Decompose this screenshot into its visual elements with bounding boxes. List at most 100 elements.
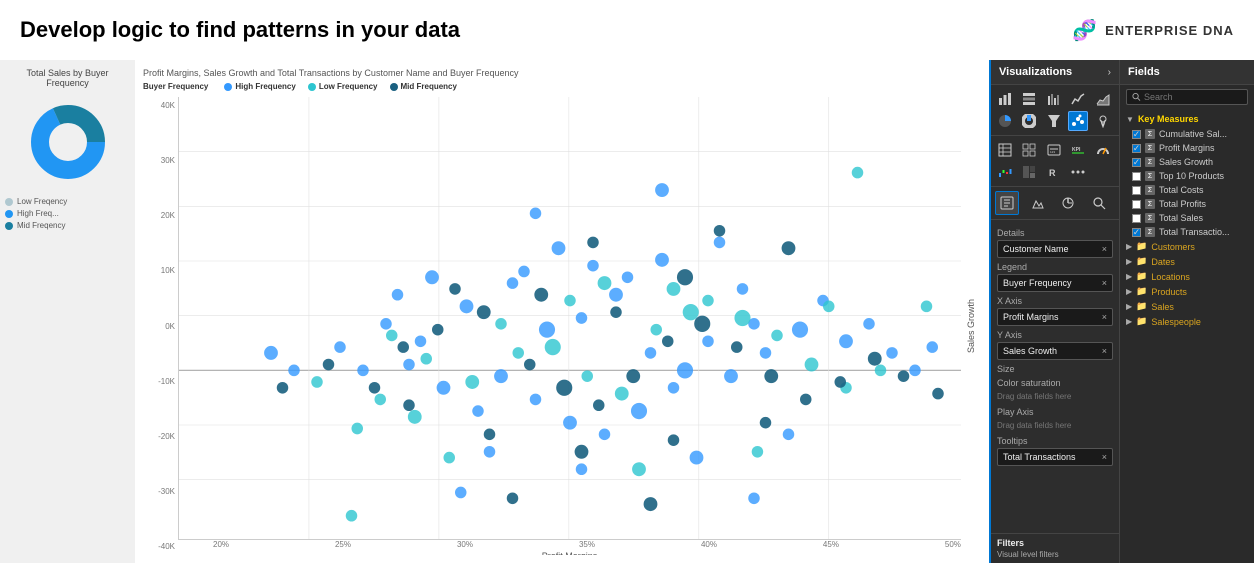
tooltips-field-remove[interactable]: × xyxy=(1102,452,1107,462)
group-icon-products: 📁 xyxy=(1136,286,1147,297)
arrow-sales: ▶ xyxy=(1126,302,1132,311)
fields-header: Fields xyxy=(1120,60,1254,85)
viz-tool-analytics[interactable] xyxy=(1056,191,1080,215)
checkbox-total-profits[interactable] xyxy=(1132,200,1141,209)
filters-visual-level: Visual level filters xyxy=(997,550,1113,559)
fields-item-cumulative-sal[interactable]: ✓ Σ Cumulative Sal... xyxy=(1120,127,1254,141)
viz-icon-stacked-bar[interactable] xyxy=(1019,89,1039,109)
x-axis-field[interactable]: Profit Margins × xyxy=(997,308,1113,326)
x-axis-labels: 20% 25% 30% 35% 40% 45% 50% xyxy=(178,540,961,549)
legend-field-remove[interactable]: × xyxy=(1102,278,1107,288)
checkbox-cumulative-sal[interactable]: ✓ xyxy=(1132,130,1141,139)
left-panel-title: Total Sales by Buyer Frequency xyxy=(5,68,130,88)
tooltips-field[interactable]: Total Transactions × xyxy=(997,448,1113,466)
viz-tool-fields[interactable] xyxy=(995,191,1019,215)
field-icon-total-transactions: Σ xyxy=(1145,227,1155,237)
fields-item-sales-growth[interactable]: ✓ Σ Sales Growth xyxy=(1120,155,1254,169)
header: Develop logic to find patterns in your d… xyxy=(0,0,1254,60)
fields-search-box[interactable] xyxy=(1126,89,1248,105)
group-icon-salespeople: 📁 xyxy=(1136,316,1147,327)
svg-text:123: 123 xyxy=(1050,150,1055,154)
fields-group-dates[interactable]: ▶ 📁 Dates xyxy=(1120,254,1254,269)
details-field-remove[interactable]: × xyxy=(1102,244,1107,254)
y-axis-title-container: Sales Growth xyxy=(961,97,981,555)
fields-item-total-profits[interactable]: Σ Total Profits xyxy=(1120,197,1254,211)
y-axis-field[interactable]: Sales Growth × xyxy=(997,342,1113,360)
y-axis-labels: 40K 30K 20K 10K 0K -10K -20K -30K -40K xyxy=(143,97,178,555)
viz-icon-clustered-bar[interactable] xyxy=(1044,89,1064,109)
viz-header-title: Visualizations xyxy=(999,66,1072,78)
legend-field[interactable]: Buyer Frequency × xyxy=(997,274,1113,292)
chart-legend-mid: Mid Frequency xyxy=(390,82,457,91)
viz-icon-treemap[interactable] xyxy=(1019,162,1039,182)
y-axis-field-remove[interactable]: × xyxy=(1102,346,1107,356)
fields-item-top10[interactable]: Σ Top 10 Products xyxy=(1120,169,1254,183)
fields-search-input[interactable] xyxy=(1144,92,1242,102)
viz-icons-grid-2: 123 KPI R xyxy=(991,136,1119,187)
details-field[interactable]: Customer Name × xyxy=(997,240,1113,258)
field-icon-total-costs: Σ xyxy=(1145,185,1155,195)
scatter-container: 20% 25% 30% 35% 40% 45% 50% Profit Margi… xyxy=(178,97,961,555)
legend-dot-mid-freq xyxy=(390,83,398,91)
search-icon xyxy=(1132,92,1141,102)
viz-icon-area[interactable] xyxy=(1093,89,1113,109)
viz-icon-table[interactable] xyxy=(995,140,1015,160)
viz-icon-waterfall[interactable] xyxy=(995,162,1015,182)
checkbox-total-costs[interactable] xyxy=(1132,186,1141,195)
checkbox-total-transactions[interactable]: ✓ xyxy=(1132,228,1141,237)
field-icon-cumulative: Σ xyxy=(1145,129,1155,139)
viz-icon-matrix[interactable] xyxy=(1019,140,1039,160)
fields-item-total-sales[interactable]: Σ Total Sales xyxy=(1120,211,1254,225)
logo-text: ENTERPRISE DNA xyxy=(1105,23,1234,38)
arrow-locations: ▶ xyxy=(1126,272,1132,281)
checkbox-total-sales[interactable] xyxy=(1132,214,1141,223)
viz-icon-r[interactable]: R xyxy=(1044,162,1064,182)
legend-dot-low xyxy=(5,198,13,206)
viz-icon-card[interactable]: 123 xyxy=(1044,140,1064,160)
viz-icon-ellipsis[interactable] xyxy=(1068,162,1088,182)
fields-group-key-measures[interactable]: ▼ Key Measures xyxy=(1120,111,1254,127)
viz-icon-bar[interactable] xyxy=(995,89,1015,109)
viz-icon-kpi[interactable]: KPI xyxy=(1068,140,1088,160)
fields-item-profit-margins[interactable]: ✓ Σ Profit Margins xyxy=(1120,141,1254,155)
viz-expand-arrow[interactable]: › xyxy=(1108,67,1111,78)
viz-icon-donut[interactable] xyxy=(1019,111,1039,131)
viz-icon-line[interactable] xyxy=(1068,89,1088,109)
viz-icon-gauge[interactable] xyxy=(1093,140,1113,160)
viz-icon-funnel[interactable] xyxy=(1044,111,1064,131)
donut-legend: Low Freqency High Freq... Mid Freqency xyxy=(5,197,130,233)
fields-item-total-costs[interactable]: Σ Total Costs xyxy=(1120,183,1254,197)
group-icon-sales: 📁 xyxy=(1136,301,1147,312)
fields-group-products[interactable]: ▶ 📁 Products xyxy=(1120,284,1254,299)
arrow-salespeople: ▶ xyxy=(1126,317,1132,326)
fields-item-total-transactions[interactable]: ✓ Σ Total Transactio... xyxy=(1120,225,1254,239)
svg-text:KPI: KPI xyxy=(1072,147,1081,153)
fields-group-salespeople[interactable]: ▶ 📁 Salespeople xyxy=(1120,314,1254,329)
viz-icon-pie[interactable] xyxy=(995,111,1015,131)
group-icon-customers: 📁 xyxy=(1136,241,1147,252)
fields-group-sales[interactable]: ▶ 📁 Sales xyxy=(1120,299,1254,314)
legend-dot-low-freq xyxy=(308,83,316,91)
checkbox-profit-margins[interactable]: ✓ xyxy=(1132,144,1141,153)
tooltips-label: Tooltips xyxy=(997,436,1113,446)
checkbox-top10[interactable] xyxy=(1132,172,1141,181)
right-panel: Visualizations › xyxy=(989,60,1254,563)
viz-tool-format[interactable] xyxy=(1026,191,1050,215)
viz-icon-map[interactable] xyxy=(1093,111,1113,131)
fields-pane: Fields ▼ Key Measures ✓ Σ Cumulative Sal… xyxy=(1120,60,1254,563)
field-icon-sales-growth: Σ xyxy=(1145,157,1155,167)
viz-icons-grid xyxy=(991,85,1119,136)
fields-group-locations[interactable]: ▶ 📁 Locations xyxy=(1120,269,1254,284)
color-saturation-label: Color saturation xyxy=(997,378,1113,388)
viz-details-section: Details Customer Name × Legend Buyer Fre… xyxy=(991,220,1119,533)
viz-icon-scatter[interactable] xyxy=(1068,111,1088,131)
fields-list: ▼ Key Measures ✓ Σ Cumulative Sal... ✓ Σ… xyxy=(1120,109,1254,563)
group-label-key-measures: Key Measures xyxy=(1138,114,1199,124)
fields-group-customers[interactable]: ▶ 📁 Customers xyxy=(1120,239,1254,254)
scatter-plot xyxy=(178,97,961,540)
x-axis-field-remove[interactable]: × xyxy=(1102,312,1107,322)
group-icon-dates: 📁 xyxy=(1136,256,1147,267)
viz-tool-search[interactable] xyxy=(1087,191,1111,215)
checkbox-sales-growth[interactable]: ✓ xyxy=(1132,158,1141,167)
filters-title: Filters xyxy=(997,538,1113,548)
